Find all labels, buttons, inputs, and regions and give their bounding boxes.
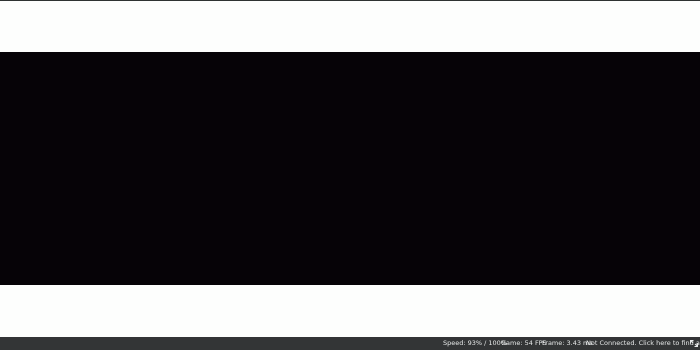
game-fps: Game: 54 FPS (501, 339, 547, 347)
expand-icon[interactable] (690, 340, 698, 347)
netplay-status-button[interactable]: Not Connected. Click here to find a room… (586, 337, 700, 350)
game-viewport[interactable] (0, 52, 700, 285)
emulation-speed: Speed: 93% / 100% (443, 339, 507, 347)
status-bar: Speed: 93% / 100% Game: 54 FPS Frame: 3.… (0, 337, 700, 350)
